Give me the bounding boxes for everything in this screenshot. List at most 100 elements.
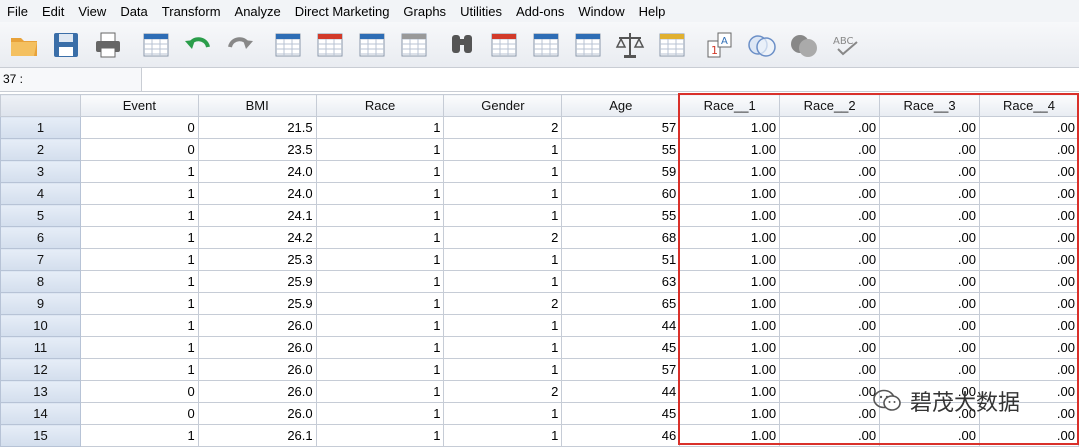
cell-race-2[interactable]: .00 xyxy=(779,138,881,161)
cell-race-1[interactable]: 1.00 xyxy=(679,358,781,381)
cell-reference[interactable]: 37 : xyxy=(0,68,142,91)
cell-event[interactable]: 0 xyxy=(79,116,199,139)
cell-bmi[interactable]: 24.0 xyxy=(197,160,317,183)
cell-race[interactable]: 1 xyxy=(315,314,445,337)
cell-age[interactable]: 55 xyxy=(561,204,681,227)
cell-bmi[interactable]: 25.9 xyxy=(197,292,317,315)
cell-age[interactable]: 57 xyxy=(561,358,681,381)
cell-event[interactable]: 1 xyxy=(79,248,199,271)
cell-race-2[interactable]: .00 xyxy=(779,270,881,293)
column-header-bmi[interactable]: BMI xyxy=(197,94,317,117)
column-header-age[interactable]: Age xyxy=(561,94,681,117)
cell-event[interactable]: 0 xyxy=(79,138,199,161)
cell-bmi[interactable]: 25.3 xyxy=(197,248,317,271)
cell-race-1[interactable]: 1.00 xyxy=(679,248,781,271)
cell-race[interactable]: 1 xyxy=(315,380,445,403)
cell-race-4[interactable]: .00 xyxy=(979,424,1079,447)
row-number[interactable]: 5 xyxy=(0,204,81,227)
cell-age[interactable]: 55 xyxy=(561,138,681,161)
cell-race[interactable]: 1 xyxy=(315,336,445,359)
cell-race[interactable]: 1 xyxy=(315,270,445,293)
cell-bmi[interactable]: 23.5 xyxy=(197,138,317,161)
cell-race-1[interactable]: 1.00 xyxy=(679,116,781,139)
cell-race-2[interactable]: .00 xyxy=(779,336,881,359)
cell-race-4[interactable]: .00 xyxy=(979,248,1079,271)
cell-race-4[interactable]: .00 xyxy=(979,116,1079,139)
cell-bmi[interactable]: 26.0 xyxy=(197,358,317,381)
cell-gender[interactable]: 1 xyxy=(443,402,563,425)
cell-gender[interactable]: 1 xyxy=(443,270,563,293)
menu-graphs[interactable]: Graphs xyxy=(396,4,453,19)
cell-race-1[interactable]: 1.00 xyxy=(679,138,781,161)
grid-corner[interactable] xyxy=(0,94,81,117)
cell-race-3[interactable]: .00 xyxy=(879,226,980,249)
cell-race-1[interactable]: 1.00 xyxy=(679,424,781,447)
menu-window[interactable]: Window xyxy=(571,4,631,19)
cell-race-1[interactable]: 1.00 xyxy=(679,402,781,425)
cell-race-2[interactable]: .00 xyxy=(779,424,881,447)
cell-race-2[interactable]: .00 xyxy=(779,292,881,315)
row-number[interactable]: 12 xyxy=(0,358,81,381)
cell-event[interactable]: 1 xyxy=(79,160,199,183)
cell-race[interactable]: 1 xyxy=(315,358,445,381)
cell-race[interactable]: 1 xyxy=(315,138,445,161)
goto-case-button[interactable] xyxy=(270,26,306,64)
cell-age[interactable]: 65 xyxy=(561,292,681,315)
cell-race-4[interactable]: .00 xyxy=(979,160,1079,183)
column-header-race-4[interactable]: Race__4 xyxy=(979,94,1079,117)
cell-race-4[interactable]: .00 xyxy=(979,138,1079,161)
menu-transform[interactable]: Transform xyxy=(155,4,228,19)
cell-race-2[interactable]: .00 xyxy=(779,226,881,249)
cell-race[interactable]: 1 xyxy=(315,182,445,205)
cell-gender[interactable]: 1 xyxy=(443,314,563,337)
cell-race[interactable]: 1 xyxy=(315,292,445,315)
cell-age[interactable]: 63 xyxy=(561,270,681,293)
menu-analyze[interactable]: Analyze xyxy=(228,4,288,19)
save-button[interactable] xyxy=(48,26,84,64)
cell-age[interactable]: 51 xyxy=(561,248,681,271)
redo-button[interactable] xyxy=(222,26,258,64)
cell-gender[interactable]: 1 xyxy=(443,358,563,381)
cell-event[interactable]: 1 xyxy=(79,204,199,227)
cell-race-4[interactable]: .00 xyxy=(979,314,1079,337)
cell-race-3[interactable]: .00 xyxy=(879,358,980,381)
cell-bmi[interactable]: 26.0 xyxy=(197,336,317,359)
menu-data[interactable]: Data xyxy=(113,4,154,19)
cell-event[interactable]: 1 xyxy=(79,336,199,359)
row-number[interactable]: 8 xyxy=(0,270,81,293)
cell-event[interactable]: 0 xyxy=(79,380,199,403)
cell-race-2[interactable]: .00 xyxy=(779,182,881,205)
spell-check-button[interactable]: ABC xyxy=(828,26,864,64)
row-number[interactable]: 13 xyxy=(0,380,81,403)
cell-race-4[interactable]: .00 xyxy=(979,204,1079,227)
cell-race-1[interactable]: 1.00 xyxy=(679,292,781,315)
find-button[interactable] xyxy=(444,26,480,64)
cell-race-2[interactable]: .00 xyxy=(779,380,881,403)
row-number[interactable]: 11 xyxy=(0,336,81,359)
cell-race-1[interactable]: 1.00 xyxy=(679,182,781,205)
cell-bmi[interactable]: 24.0 xyxy=(197,182,317,205)
cell-race-3[interactable]: .00 xyxy=(879,160,980,183)
cell-gender[interactable]: 1 xyxy=(443,248,563,271)
menu-add-ons[interactable]: Add-ons xyxy=(509,4,571,19)
cell-race-3[interactable]: .00 xyxy=(879,138,980,161)
cell-age[interactable]: 45 xyxy=(561,336,681,359)
cell-event[interactable]: 1 xyxy=(79,424,199,447)
row-number[interactable]: 2 xyxy=(0,138,81,161)
cell-race-4[interactable]: .00 xyxy=(979,336,1079,359)
cell-race-3[interactable]: .00 xyxy=(879,116,980,139)
select-cases-button[interactable] xyxy=(654,26,690,64)
row-number[interactable]: 14 xyxy=(0,402,81,425)
row-number[interactable]: 10 xyxy=(0,314,81,337)
cell-race[interactable]: 1 xyxy=(315,160,445,183)
cell-race[interactable]: 1 xyxy=(315,402,445,425)
cell-race-1[interactable]: 1.00 xyxy=(679,204,781,227)
cell-gender[interactable]: 2 xyxy=(443,226,563,249)
cell-event[interactable]: 1 xyxy=(79,314,199,337)
cell-gender[interactable]: 1 xyxy=(443,204,563,227)
cell-event[interactable]: 0 xyxy=(79,402,199,425)
open-folder-button[interactable] xyxy=(6,26,42,64)
cell-race-3[interactable]: .00 xyxy=(879,270,980,293)
undo-button[interactable] xyxy=(180,26,216,64)
cell-bmi[interactable]: 26.0 xyxy=(197,380,317,403)
